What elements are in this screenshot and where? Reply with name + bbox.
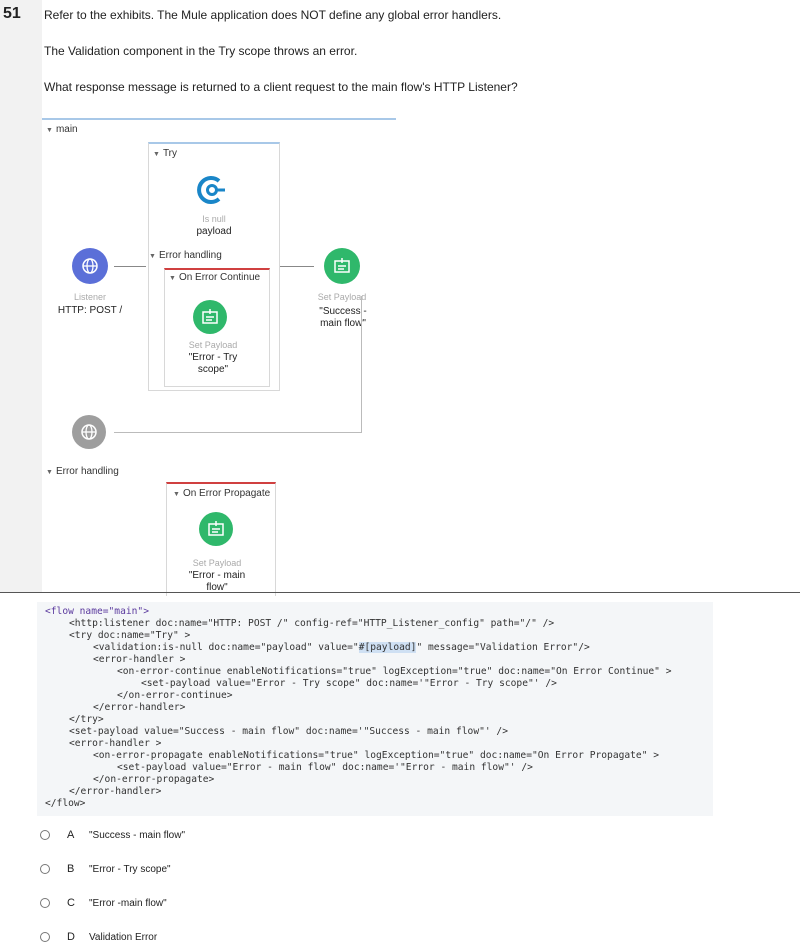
flow-diagram: ▼ main ▼ Try Is null payload ▼ Error handli… xyxy=(42,118,396,596)
on-error-continue-scope: ▼ On Error Continue Set Payload "Error - … xyxy=(164,268,270,387)
main-set-payload-name: "Success - main flow" xyxy=(319,306,367,329)
collapse-triangle-icon: ▼ xyxy=(46,127,53,134)
code-line: <set-payload value="Success - main flow"… xyxy=(69,726,508,737)
question-sidebar-band xyxy=(0,0,42,592)
try-set-payload-type: Set Payload xyxy=(188,340,238,350)
flow-arrow xyxy=(280,266,314,267)
try-error-handling-label: ▼ Error handling xyxy=(149,250,222,261)
option-text: Validation Error xyxy=(89,931,158,943)
on-error-propagate-scope: ▼ On Error Propagate Set Payload "Error -… xyxy=(166,482,276,596)
return-line xyxy=(361,296,362,432)
main-error-handling-label: ▼ Error handling xyxy=(46,466,119,477)
set-payload-icon xyxy=(199,512,233,546)
validation-type: Is null xyxy=(202,214,226,224)
code-line: </error-handler> xyxy=(69,786,162,797)
on-error-continue-label: ▼ On Error Continue xyxy=(169,272,261,283)
code-line: </on-error-propagate> xyxy=(93,774,215,785)
try-label: ▼ Try xyxy=(153,148,178,159)
code-line: <set-payload value="Error - Try scope" d… xyxy=(141,678,557,689)
set-payload-icon xyxy=(324,248,360,284)
question-number: 51 xyxy=(3,5,21,22)
option-letter: A xyxy=(67,829,75,841)
answer-option-a[interactable]: A "Success - main flow" xyxy=(40,826,185,844)
code-line: <try doc:name="Try" > xyxy=(69,630,191,641)
prop-set-payload-type: Set Payload xyxy=(192,558,242,568)
http-response-icon xyxy=(72,415,106,449)
question-text-line-1: Refer to the exhibits. The Mule applicat… xyxy=(44,8,502,22)
radio-button[interactable] xyxy=(40,932,50,942)
code-line: <error-handler > xyxy=(93,654,186,665)
option-text: "Error - Try scope" xyxy=(89,863,171,875)
on-error-propagate-label: ▼ On Error Propagate xyxy=(173,488,271,499)
code-line: <flow name="main"> xyxy=(45,606,149,617)
radio-button[interactable] xyxy=(40,830,50,840)
option-letter: D xyxy=(67,931,75,943)
listener-name: HTTP: POST / xyxy=(57,305,123,316)
code-line: <on-error-continue enableNotifications="… xyxy=(117,666,672,677)
section-divider xyxy=(0,592,800,593)
question-text-line-2: The Validation component in the Try scop… xyxy=(44,44,358,58)
main-flow-label: ▼ main xyxy=(46,124,78,135)
question-text-line-3: What response message is returned to a c… xyxy=(44,80,518,94)
code-line: <on-error-propagate enableNotifications=… xyxy=(93,750,660,761)
validation-name: payload xyxy=(196,226,232,237)
answer-option-b[interactable]: B "Error - Try scope" xyxy=(40,860,171,878)
main-set-payload-type: Set Payload xyxy=(317,292,367,302)
answer-option-c[interactable]: C "Error -main flow" xyxy=(40,894,167,912)
code-line: <error-handler > xyxy=(69,738,162,749)
code-line: </flow> xyxy=(45,798,86,809)
prop-set-payload-name: "Error - main flow" xyxy=(188,570,246,593)
code-line: <http:listener doc:name="HTTP: POST /" c… xyxy=(69,618,555,629)
xml-code-block: <flow name="main"> <http:listener doc:na… xyxy=(37,602,713,816)
return-arrow xyxy=(114,432,362,433)
option-letter: B xyxy=(67,863,75,875)
option-text: "Success - main flow" xyxy=(89,829,186,841)
http-listener-icon xyxy=(72,248,108,284)
code-line: <validation:is-null doc:name="payload" v… xyxy=(93,642,590,653)
code-line: </try> xyxy=(69,714,104,725)
flow-arrow xyxy=(114,266,146,267)
try-set-payload-name: "Error - Try scope" xyxy=(188,352,238,375)
set-payload-icon xyxy=(193,300,227,334)
code-line: </error-handler> xyxy=(93,702,186,713)
code-line: </on-error-continue> xyxy=(117,690,233,701)
answer-option-d[interactable]: D Validation Error xyxy=(40,928,157,946)
option-letter: C xyxy=(67,897,75,909)
radio-button[interactable] xyxy=(40,898,50,908)
listener-type: Listener xyxy=(73,292,107,302)
radio-button[interactable] xyxy=(40,864,50,874)
validation-icon xyxy=(193,171,231,209)
code-line: <set-payload value="Error - main flow" d… xyxy=(117,762,533,773)
option-text: "Error -main flow" xyxy=(89,897,167,909)
highlighted-expression: #[payload] xyxy=(358,642,417,653)
